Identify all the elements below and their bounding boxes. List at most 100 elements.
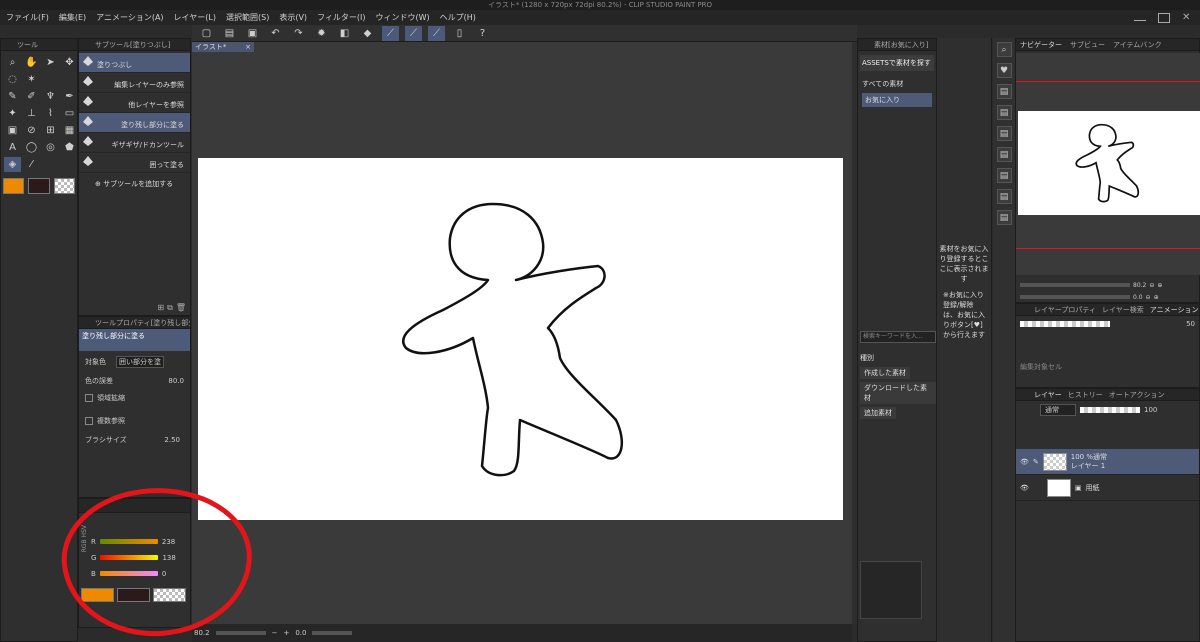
- airbrush-icon[interactable]: ✒: [61, 89, 78, 104]
- material-folder-icon[interactable]: ▤: [996, 210, 1012, 225]
- add-icon[interactable]: ⊞: [157, 303, 164, 313]
- lasso-icon[interactable]: ◌: [4, 72, 21, 87]
- menu-view[interactable]: 表示(V): [279, 12, 307, 23]
- tab-itembank[interactable]: アイテムバンク: [1113, 39, 1162, 50]
- menu-help[interactable]: ヘルプ(H): [440, 12, 476, 23]
- clear-icon[interactable]: ◧: [336, 26, 353, 41]
- tab-animation-cel[interactable]: アニメーションセル: [1150, 304, 1199, 315]
- move-icon[interactable]: ✥: [61, 55, 78, 70]
- pencil-icon[interactable]: ✐: [23, 89, 40, 104]
- figure-icon[interactable]: ▣: [4, 123, 21, 138]
- tab-auto-action[interactable]: オートアクション: [1109, 389, 1165, 400]
- pen-icon[interactable]: ✎: [4, 89, 21, 104]
- tab-subview[interactable]: サブビュー: [1070, 39, 1105, 50]
- material-folder-icon[interactable]: ▤: [996, 168, 1012, 183]
- menu-layer[interactable]: レイヤー(L): [174, 12, 216, 23]
- subtool-refer-other[interactable]: 他レイヤーを参照: [79, 93, 190, 113]
- opacity-slider[interactable]: [1080, 407, 1140, 413]
- nav-rotate-slider[interactable]: [1020, 295, 1130, 299]
- snap-special-ruler-icon[interactable]: ⟋: [405, 25, 422, 41]
- zoom-out-icon[interactable]: ⊖: [1149, 282, 1154, 289]
- main-color-swatch[interactable]: [3, 178, 25, 194]
- category-downloaded[interactable]: ダウンロードした素材: [860, 382, 936, 404]
- decoration-icon[interactable]: ✦: [4, 106, 21, 121]
- menu-selection[interactable]: 選択範囲(S): [226, 12, 269, 23]
- subtool-fill[interactable]: 塗りつぶし: [79, 53, 190, 73]
- maximize-icon[interactable]: [1158, 12, 1170, 23]
- minimize-icon[interactable]: [1134, 15, 1146, 21]
- zoom-value[interactable]: 80.2: [194, 629, 210, 637]
- page-icon[interactable]: ▯: [451, 26, 468, 41]
- zoom-in-icon[interactable]: ⊕: [1157, 282, 1162, 289]
- fill-icon[interactable]: ◆: [359, 26, 376, 41]
- material-folder-icon[interactable]: ▤: [996, 84, 1012, 99]
- eye-icon[interactable]: 👁: [1020, 458, 1029, 466]
- menu-edit[interactable]: 編集(E): [59, 12, 86, 23]
- target-dropdown[interactable]: 囲い部分を塗: [116, 355, 164, 368]
- tab-history[interactable]: ヒストリー: [1068, 389, 1103, 400]
- zoom-slider[interactable]: [215, 631, 266, 635]
- drawing-sheet[interactable]: [198, 158, 843, 520]
- text-icon[interactable]: A: [4, 140, 21, 155]
- material-folder-icon[interactable]: ▤: [996, 147, 1012, 162]
- menu-file[interactable]: ファイル(F): [6, 12, 49, 23]
- search-icon[interactable]: ⌕: [996, 42, 1012, 57]
- blend-icon[interactable]: ⌇: [42, 106, 59, 121]
- hand-icon[interactable]: ✋: [23, 55, 40, 70]
- ruler-icon[interactable]: ⊘: [23, 123, 40, 138]
- color-margin-value[interactable]: 80.0: [168, 377, 184, 385]
- brush-size-value[interactable]: 2.50: [164, 436, 180, 444]
- copy-icon[interactable]: ⧉: [167, 303, 173, 313]
- navigator-view[interactable]: [1016, 53, 1200, 275]
- menu-animation[interactable]: アニメーション(A): [96, 12, 163, 23]
- help-icon[interactable]: ?: [474, 26, 491, 41]
- operation-icon[interactable]: ➤: [42, 55, 59, 70]
- zoom-in-icon[interactable]: +: [283, 629, 289, 637]
- blend-mode-dropdown[interactable]: 通常: [1040, 404, 1076, 416]
- new-file-icon[interactable]: ▢: [198, 26, 215, 41]
- tree-favorites[interactable]: お気に入り: [862, 93, 932, 107]
- material-folder-icon[interactable]: ▤: [996, 105, 1012, 120]
- snap-ruler-icon[interactable]: ⟋: [382, 25, 399, 41]
- gradient-icon[interactable]: ▦: [61, 123, 78, 138]
- eraser-icon[interactable]: ⬟: [61, 140, 78, 155]
- rotate-right-icon[interactable]: ⊕: [1154, 294, 1159, 301]
- rotate-left-icon[interactable]: ⊖: [1146, 294, 1151, 301]
- magic-wand-icon[interactable]: ✶: [23, 72, 40, 87]
- transparent-color-swatch[interactable]: [53, 178, 75, 194]
- assets-button[interactable]: ASSETSで素材を探す: [860, 55, 934, 71]
- material-folder-icon[interactable]: ▤: [996, 126, 1012, 141]
- undo-icon[interactable]: ↶: [267, 26, 284, 41]
- canvas-tab[interactable]: イラスト* ×: [192, 42, 254, 52]
- favorite-icon[interactable]: ♥: [996, 63, 1012, 78]
- checkbox[interactable]: [85, 393, 93, 402]
- zoom-icon[interactable]: ⌕: [4, 55, 21, 70]
- material-search[interactable]: 検索キーワードを入...: [860, 331, 936, 343]
- subtool-enclose-fill[interactable]: 囲って塗る: [79, 153, 190, 173]
- balloon-icon[interactable]: ◯: [23, 140, 40, 155]
- rotate-slider[interactable]: [312, 631, 353, 635]
- nav-zoom-slider[interactable]: [1020, 283, 1130, 287]
- subtool-jagged[interactable]: ギザギザ/ドカンツール: [79, 133, 190, 153]
- settings-icon[interactable]: ✹: [313, 26, 330, 41]
- checkbox[interactable]: [85, 416, 93, 425]
- tab-close-icon[interactable]: ×: [245, 42, 251, 52]
- category-added[interactable]: 追加素材: [860, 407, 896, 419]
- size-value[interactable]: 50: [1186, 320, 1195, 328]
- eyedropper-icon[interactable]: ⁄: [23, 157, 40, 172]
- layer-row-1[interactable]: 👁 ✎ 100 %通常 レイヤー 1: [1016, 449, 1199, 475]
- canvas-area[interactable]: イラスト* × 80.2 − + 0.0: [192, 42, 852, 642]
- snap-grid-icon[interactable]: ⟋: [428, 25, 445, 41]
- frame-icon[interactable]: ⊞: [42, 123, 59, 138]
- zoom-out-icon[interactable]: −: [272, 629, 278, 637]
- add-subtool-button[interactable]: ⊕ サブツールを追加する: [79, 173, 190, 189]
- subtool-close-gap[interactable]: 塗り残し部分に塗る: [79, 113, 190, 133]
- opacity-value[interactable]: 100: [1144, 406, 1157, 414]
- eye-icon[interactable]: 👁: [1020, 484, 1029, 492]
- rotate-value[interactable]: 0.0: [295, 629, 306, 637]
- save-icon[interactable]: ▣: [244, 26, 261, 41]
- fill-bucket-icon[interactable]: ◈: [4, 157, 21, 172]
- layer-property-slider[interactable]: [1020, 321, 1110, 327]
- eraser-tool-icon[interactable]: ▭: [61, 106, 78, 121]
- redo-icon[interactable]: ↷: [290, 26, 307, 41]
